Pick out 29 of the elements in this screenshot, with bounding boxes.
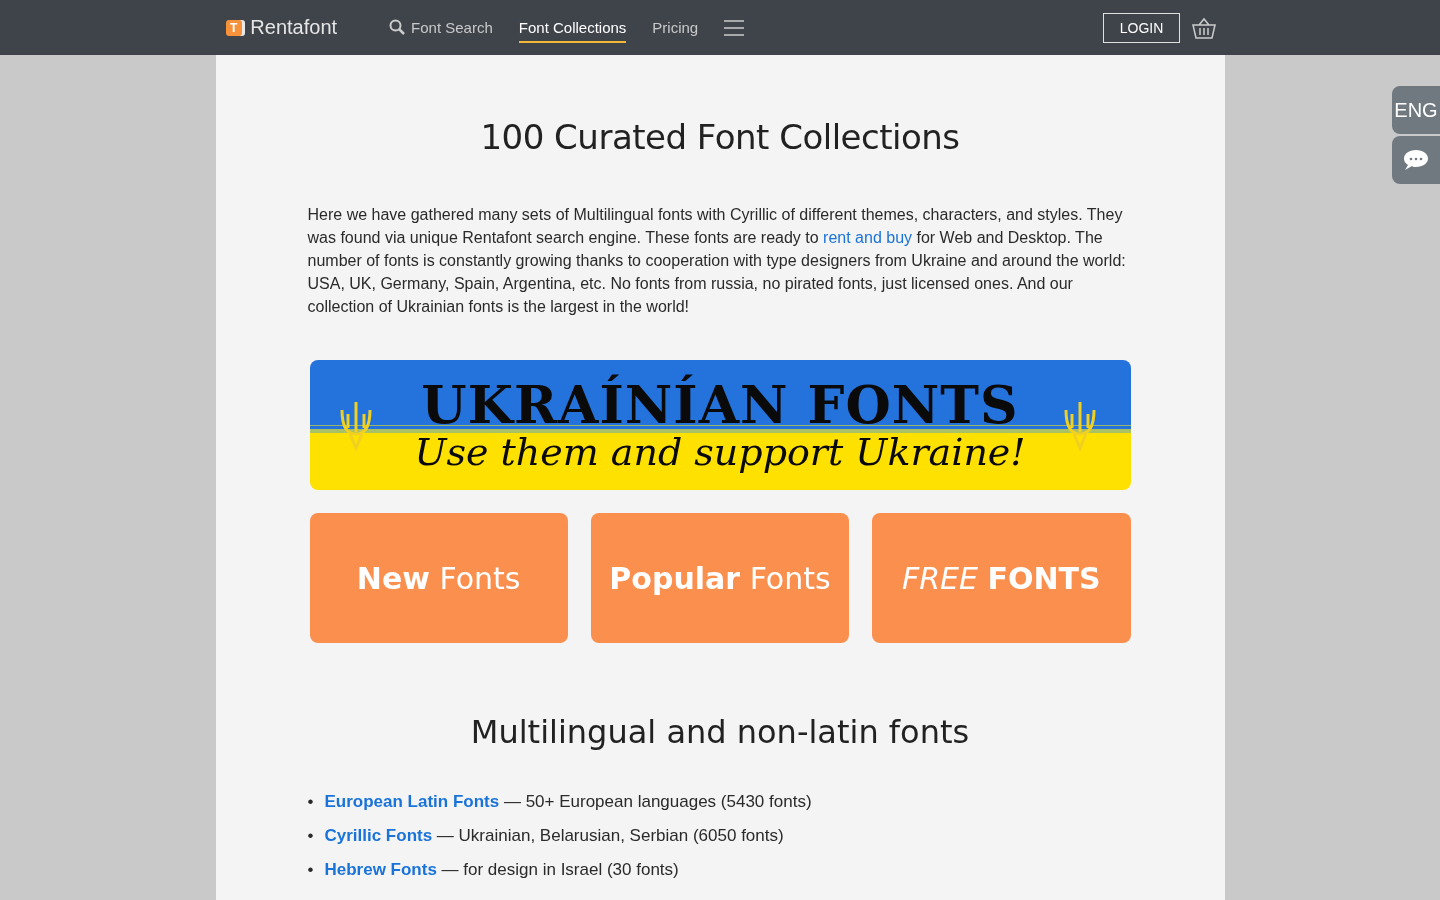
ukraine-banner[interactable]: UKRAÍNÍAN FONTS Use them and support Ukraine! bbox=[309, 360, 1131, 490]
chat-icon bbox=[1402, 148, 1430, 172]
chat-button[interactable] bbox=[1392, 136, 1440, 184]
nav-link[interactable]: Font Search bbox=[389, 12, 493, 43]
collection-tile[interactable]: Popular Fonts bbox=[590, 513, 850, 643]
bullet: • bbox=[307, 791, 314, 812]
collection-link[interactable]: Cyrillic Fonts bbox=[324, 826, 433, 845]
collection-tile[interactable]: FREE FONTS bbox=[872, 513, 1131, 643]
logo[interactable]: T Rentafont bbox=[226, 16, 338, 39]
intro-paragraph: Here we have gathered many sets of Multilingual fonts with Cyrillic of different themes, characters, and styles. They was found via unique Rentafont search engine. These fonts are ready to rent and buy for Web and Desktop. The number of fonts is constantly growing thanks to cooperation with type designers from Ukraine and around the world: USA, UK, Germany, Spain, Argentina, etc. No fonts from russia, no pirated fonts, just licensed ones. And our collection of Ukrainian fonts is the largest in the world! bbox=[307, 205, 1127, 317]
menu-icon[interactable] bbox=[724, 19, 745, 36]
basket-icon[interactable] bbox=[1192, 16, 1216, 39]
list-item: European Latin Fonts — 50+ European languages (5430 fonts) bbox=[324, 791, 812, 812]
search-icon bbox=[389, 19, 406, 35]
collection-tile[interactable]: New Fonts bbox=[309, 513, 568, 643]
nav-link[interactable]: Pricing bbox=[652, 12, 699, 43]
banner-tagline: Use them and support Ukraine! bbox=[414, 432, 1026, 472]
login-button[interactable]: LOGIN bbox=[1103, 12, 1180, 43]
nav-link[interactable]: Font Collections bbox=[518, 12, 627, 43]
bullet: • bbox=[307, 825, 314, 846]
collection-link[interactable]: Hebrew Fonts bbox=[324, 860, 437, 879]
list-item: Hebrew Fonts — for design in Israel (30 fonts) bbox=[324, 859, 679, 880]
rent-link[interactable]: rent and buy bbox=[823, 229, 913, 246]
section-title: Multilingual and non-latin fonts bbox=[469, 713, 971, 751]
collection-link[interactable]: European Latin Fonts bbox=[324, 792, 500, 811]
list-item: Cyrillic Fonts — Ukrainian, Belarusian, Serbian (6050 fonts) bbox=[324, 825, 784, 846]
bullet: • bbox=[307, 859, 314, 880]
page-title: 100 Curated Font Collections bbox=[479, 117, 961, 157]
language-button[interactable]: ENG bbox=[1392, 86, 1440, 134]
